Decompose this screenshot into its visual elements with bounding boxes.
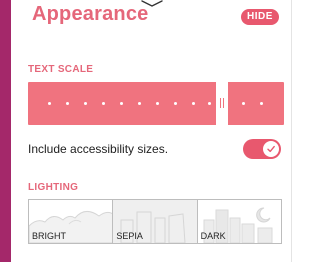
- lighting-option-label: DARK: [200, 231, 226, 241]
- lighting-option-bright[interactable]: BRIGHT: [29, 200, 114, 243]
- lighting-label: LIGHTING: [28, 182, 79, 193]
- lighting-option-sepia[interactable]: SEPIA: [113, 200, 198, 243]
- panel-border: [291, 0, 292, 262]
- scale-step-dot: [208, 102, 211, 105]
- scale-step-dot: [156, 102, 159, 105]
- scale-step-dot: [138, 102, 141, 105]
- scale-step-dot: [48, 102, 51, 105]
- scale-step-dot: [66, 102, 69, 105]
- scale-step-dot: [174, 102, 177, 105]
- scale-slider-handle[interactable]: [216, 82, 228, 125]
- text-scale-slider[interactable]: [28, 82, 284, 125]
- scale-step-dot: [260, 102, 263, 105]
- lighting-option-label: SEPIA: [116, 231, 143, 241]
- panel-title: Appearance: [32, 3, 149, 25]
- lighting-options: BRIGHT SEPIA DARK: [28, 199, 282, 244]
- checkmark-icon: [267, 145, 275, 153]
- scale-step-dot: [120, 102, 123, 105]
- scale-step-dot: [242, 102, 245, 105]
- window-edge-bar: [0, 0, 11, 262]
- text-scale-label: TEXT SCALE: [28, 64, 94, 75]
- lighting-option-label: BRIGHT: [32, 231, 67, 241]
- accessibility-sizes-toggle[interactable]: [243, 139, 281, 159]
- scale-step-dot: [192, 102, 195, 105]
- hide-button[interactable]: HIDE: [241, 9, 279, 25]
- lighting-option-dark[interactable]: DARK: [198, 200, 281, 243]
- toggle-knob: [263, 141, 279, 157]
- scale-step-dot: [84, 102, 87, 105]
- scale-step-dot: [102, 102, 105, 105]
- accessibility-sizes-label: Include accessibility sizes.: [28, 142, 169, 156]
